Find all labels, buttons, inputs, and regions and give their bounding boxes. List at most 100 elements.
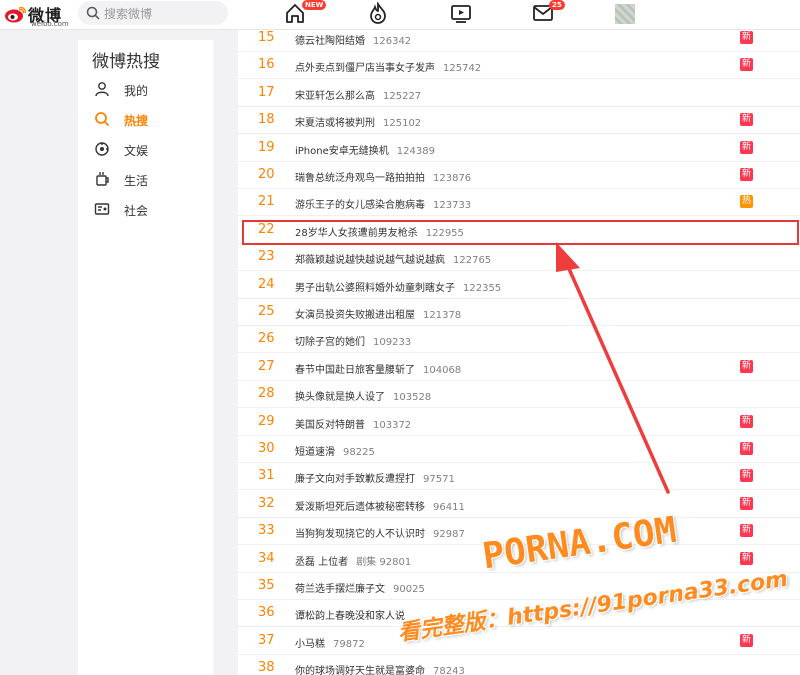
heat-value: 92987 [433,529,465,541]
hot-search-link[interactable]: 宋亚轩怎么那么高 125227 [295,87,421,102]
hot-search-link[interactable]: 德云社陶阳结婚 126342 [295,32,411,47]
hot-search-row[interactable]: 24 男子出轨公婆照料婚外幼童刺瞎女子 122355 [238,272,800,299]
society-icon [94,203,110,215]
hot-search-title: 短道速滑 [295,447,335,458]
hot-search-row[interactable]: 31 廉子文向对手致歉反遭捏打 97571 新 [238,463,800,491]
rank-number: 16 [258,57,275,73]
hot-search-row[interactable]: 27 春节中国赴日旅客量腰斩了 104068 新 [238,354,800,381]
sidebar: 微博热搜 我的 热搜 文娱 生活 社会 [78,40,213,675]
sidebar-item-life[interactable]: 生活 [94,169,204,191]
sidebar-item-society[interactable]: 社会 [94,199,204,221]
hot-search-title: 游乐王子的女儿感染合胞病毒 [295,200,425,212]
hot-search-row[interactable]: 32 爱泼斯坦死后遗体被秘密转移 96411 新 [238,491,800,518]
heat-value: 123733 [433,200,472,212]
new-tag: 新 [740,113,753,127]
hot-search-link[interactable]: 荷兰选手摆烂廉子文 90025 [295,580,425,595]
hot-search-row[interactable]: 38 你的球场调好天生就是富婆命 78243 [238,655,800,675]
hot-search-link[interactable]: 切除子宫的她们 109233 [295,333,411,348]
sidebar-item-label: 社会 [124,204,149,218]
hot-search-row[interactable]: 20 瑞鲁总统泛舟观鸟一路拍拍拍 123876 新 [238,162,800,189]
rank-number: 23 [258,249,275,265]
video-icon[interactable] [450,2,472,24]
hot-search-link[interactable]: 短道速滑 98225 [295,443,375,458]
sidebar-item-mine[interactable]: 我的 [94,79,204,101]
heat-value: 124389 [396,145,435,157]
hot-search-title: 切除子宫的她们 [295,337,365,349]
heat-value: 剧集 92801 [356,556,412,568]
hot-search-link[interactable]: 男子出轨公婆照料婚外幼童刺瞎女子 122355 [295,279,501,294]
hot-search-row[interactable]: 37 小马糕 79872 新 [238,628,800,655]
heat-value: 103528 [393,392,432,404]
hot-search-row[interactable]: 21 游乐王子的女儿感染合胞病毒 123733 热 [238,189,800,217]
hot-search-row[interactable]: 28 换头像就是换人设了 103528 [238,381,800,409]
life-icon [96,172,109,186]
search-input[interactable]: 搜索微博 [78,1,228,25]
weibo-eye-icon [5,7,26,23]
hot-search-title: 女演员投资失败搬进出租屋 [295,310,415,321]
new-tag: 新 [740,633,753,647]
heat-value: 78243 [433,666,465,675]
hot-search-row[interactable]: 17 宋亚轩怎么那么高 125227 [238,80,800,107]
hot-search-link[interactable]: 点外卖点到僵尸店当事女子发声 125742 [295,59,481,74]
hot-search-link[interactable]: 换头像就是换人设了 103528 [295,388,431,403]
hot-search-link[interactable]: 郑薇颖越说越快越说越气越说越疯 122765 [295,251,491,266]
mail-count-badge: 25 [549,0,565,10]
sidebar-item-entertainment[interactable]: 文娱 [94,139,204,161]
fire-icon[interactable] [367,2,389,24]
hot-search-row[interactable]: 19 iPhone安卓无缝换机 124389 新 [238,135,800,162]
weibo-logo[interactable]: 微博 weibo.com [4,3,74,28]
rank-number: 31 [258,468,275,484]
hot-search-row[interactable]: 26 切除子宫的她们 109233 [238,326,800,354]
user-icon [95,82,109,97]
hot-search-title: 当狗狗发现挠它的人不认识时 [295,529,425,541]
hot-search-link[interactable]: 当狗狗发现挠它的人不认识时 92987 [295,525,465,540]
hot-search-link[interactable]: 瑞鲁总统泛舟观鸟一路拍拍拍 123876 [295,169,471,184]
new-tag: 新 [740,168,753,181]
avatar[interactable] [615,4,635,24]
sidebar-title: 微博热搜 [92,52,160,72]
sidebar-item-hot-search[interactable]: 热搜 [94,109,204,131]
hot-tag: 热 [740,195,753,209]
hot-search-link[interactable]: 游乐王子的女儿感染合胞病毒 123733 [295,196,471,211]
hot-search-row[interactable]: 29 美国反对特朗普 103372 新 [238,409,800,436]
hot-search-title: 谭松韵上春晚没和家人说 [295,611,405,623]
hot-search-title: 宋亚轩怎么那么高 [295,90,375,102]
heat-value: 98225 [343,447,375,458]
hot-search-link[interactable]: 女演员投资失败搬进出租屋 121378 [295,306,461,321]
new-tag: 新 [740,524,753,538]
rank-number: 30 [258,441,275,456]
hot-search-row[interactable]: 30 短道速滑 98225 新 [238,436,800,463]
hot-search-link[interactable]: 爱泼斯坦死后遗体被秘密转移 96411 [295,498,465,513]
hot-search-title: 荷兰选手摆烂廉子文 [295,584,385,595]
hot-search-link[interactable]: 小马糕 79872 [295,635,365,650]
rank-number: 17 [258,84,275,100]
hot-search-link[interactable]: 丞磊 上位者 剧集 92801 [295,553,411,568]
hot-search-title: 你的球场调好天生就是富婆命 [295,666,425,675]
hot-search-title: 点外卖点到僵尸店当事女子发声 [295,63,435,75]
hot-search-link[interactable]: iPhone安卓无缝换机 124389 [295,142,435,157]
heat-value: 125227 [383,90,422,102]
hot-search-row[interactable]: 15 德云社陶阳结婚 126342 新 [238,25,800,52]
rank-number: 25 [258,304,275,319]
hot-search-link[interactable]: 春节中国赴日旅客量腰斩了 104068 [295,361,461,376]
heat-value: 96411 [433,501,465,513]
new-tag: 新 [740,359,753,373]
hot-search-row[interactable]: 18 宋夏洁或将被判刑 125102 新 [238,107,800,135]
rank-number: 20 [258,167,275,182]
sidebar-item-label: 热搜 [124,114,149,128]
hot-search-title: 换头像就是换人设了 [295,392,385,404]
new-tag: 新 [740,31,753,44]
hot-search-title: 美国反对特朗普 [295,419,365,431]
highlight-box [242,220,799,245]
heat-value: 122355 [463,282,502,294]
hot-search-row[interactable]: 25 女演员投资失败搬进出租屋 121378 [238,299,800,326]
hot-search-row[interactable]: 16 点外卖点到僵尸店当事女子发声 125742 新 [238,52,800,80]
hot-search-link[interactable]: 廉子文向对手致歉反遭捏打 97571 [295,470,455,485]
hot-search-link[interactable]: 你的球场调好天生就是富婆命 78243 [295,662,465,675]
hot-search-row[interactable]: 23 郑薇颖越说越快越说越气越说越疯 122765 [238,244,800,272]
hot-search-link[interactable]: 宋夏洁或将被判刑 125102 [295,114,421,129]
heat-value: 126342 [373,36,412,47]
new-tag: 新 [740,496,753,510]
rank-number: 21 [258,194,275,210]
hot-search-link[interactable]: 美国反对特朗普 103372 [295,416,411,431]
